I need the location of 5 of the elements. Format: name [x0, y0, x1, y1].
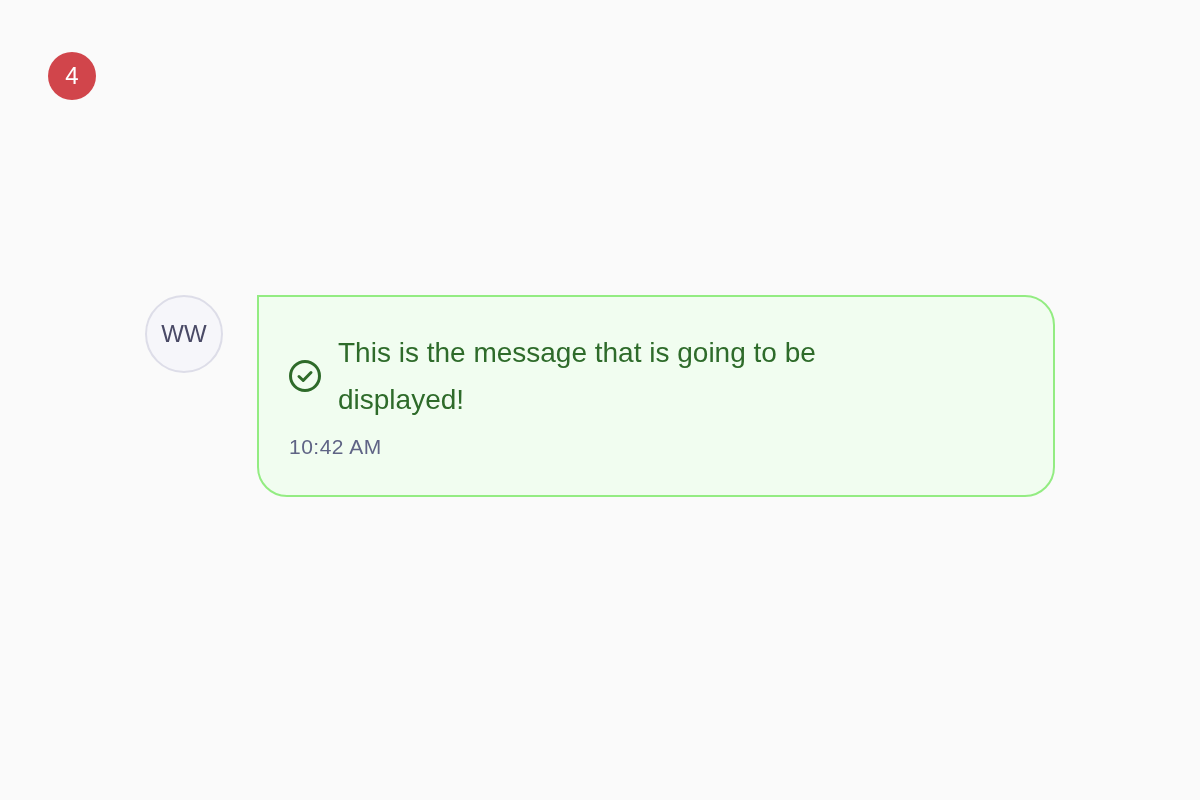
notification-badge: 4: [48, 52, 96, 100]
message-time: 10:42 AM: [289, 435, 382, 459]
check-circle-icon: [289, 360, 321, 392]
avatar: WW: [145, 295, 223, 373]
message-text: This is the message that is going to be displayed!: [338, 336, 817, 417]
